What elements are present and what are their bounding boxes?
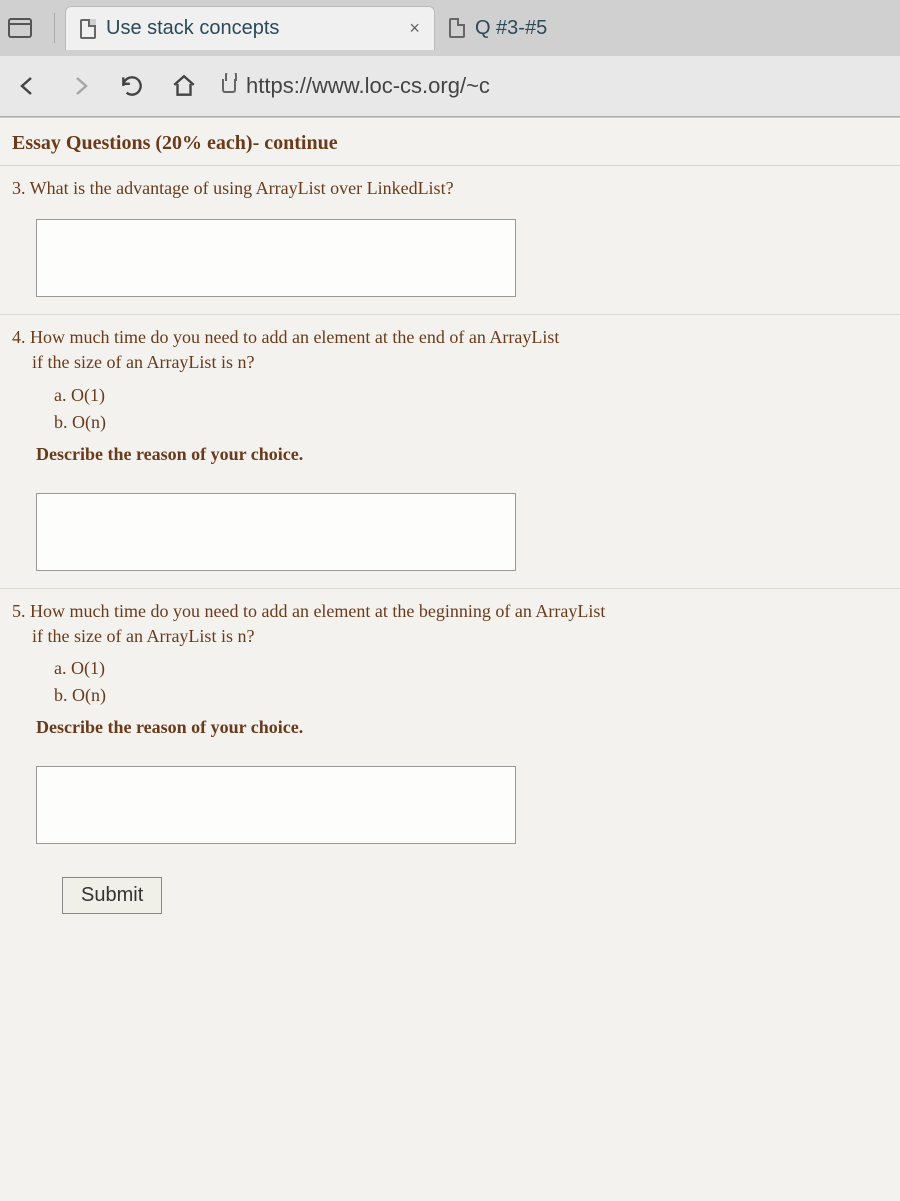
q5-line2: if the size of an ArrayList is n? [12, 624, 876, 649]
window-icon [8, 18, 32, 38]
q4-option-b: b. O(n) [54, 409, 876, 436]
q5-line1: 5. How much time do you need to add an e… [12, 599, 876, 624]
q3-answer-input[interactable] [36, 219, 516, 297]
lock-icon [222, 79, 236, 93]
refresh-button[interactable] [118, 72, 146, 100]
tab-active[interactable]: Use stack concepts × [65, 6, 435, 50]
q5-option-b: b. O(n) [54, 682, 876, 709]
q4-options: a. O(1) b. O(n) [12, 376, 876, 436]
q4-option-a: a. O(1) [54, 382, 876, 409]
q4-line2: if the size of an ArrayList is n? [12, 350, 876, 375]
back-button[interactable] [14, 72, 42, 100]
q5-answer-input[interactable] [36, 766, 516, 844]
question-5: 5. How much time do you need to add an e… [0, 589, 900, 915]
q5-option-a: a. O(1) [54, 655, 876, 682]
page-content: Essay Questions (20% each)- continue 3. … [0, 117, 900, 1201]
nav-bar: https://www.loc-cs.org/~c [0, 56, 900, 116]
q4-line1: 4. How much time do you need to add an e… [12, 325, 876, 350]
page-heading: Essay Questions (20% each)- continue [0, 118, 900, 166]
tab-active-title: Use stack concepts [106, 17, 279, 40]
forward-button [66, 72, 94, 100]
address-bar[interactable]: https://www.loc-cs.org/~c [222, 73, 886, 99]
q5-options: a. O(1) b. O(n) [12, 649, 876, 709]
close-icon[interactable]: × [409, 18, 420, 39]
tab-inactive-title: Q #3-#5 [475, 17, 547, 40]
browser-chrome: Use stack concepts × Q #3-#5 https://www… [0, 0, 900, 117]
q4-answer-input[interactable] [36, 493, 516, 571]
submit-button[interactable]: Submit [62, 877, 162, 914]
tab-divider [54, 13, 55, 43]
address-url: https://www.loc-cs.org/~c [246, 73, 490, 99]
tab-inactive[interactable]: Q #3-#5 [435, 6, 561, 50]
question-3: 3. What is the advantage of using ArrayL… [0, 166, 900, 315]
q4-describe: Describe the reason of your choice. [12, 436, 876, 475]
question-4: 4. How much time do you need to add an e… [0, 315, 900, 589]
page-icon [449, 18, 465, 38]
q5-describe: Describe the reason of your choice. [12, 709, 876, 748]
submit-row: Submit [12, 861, 888, 914]
home-button[interactable] [170, 72, 198, 100]
page-icon [80, 19, 96, 39]
q3-text: 3. What is the advantage of using ArrayL… [12, 176, 876, 201]
tab-bar: Use stack concepts × Q #3-#5 [0, 0, 900, 56]
